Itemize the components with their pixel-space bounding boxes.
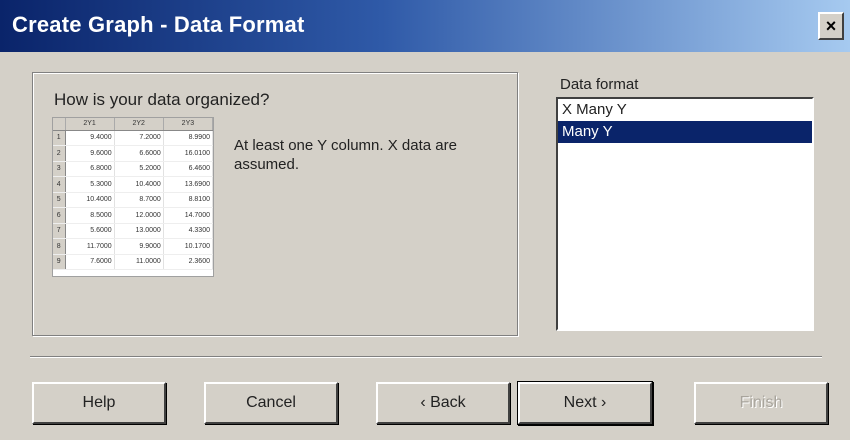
close-button[interactable]: ×	[818, 12, 844, 40]
preview-cell: 14.7000	[163, 207, 213, 224]
preview-row: 8 11.7000 9.9000 10.1700	[53, 238, 213, 255]
preview-cell: 13.0000	[114, 223, 164, 239]
preview-row: 6 8.5000 12.0000 14.7000	[53, 207, 213, 224]
preview-cell: 10.4000	[65, 192, 115, 208]
preview-cell: 2.3600	[163, 254, 213, 270]
preview-cell: 8.5000	[65, 207, 115, 224]
preview-cell: 4.3300	[163, 223, 213, 239]
preview-row: 5 10.4000 8.7000 8.8100	[53, 192, 213, 208]
preview-row: 2 9.6000 6.6000 16.0100	[53, 145, 213, 162]
help-button[interactable]: Help	[32, 382, 166, 424]
preview-row-number: 4	[53, 176, 66, 193]
preview-header-cell	[53, 118, 66, 131]
preview-header-cell: 2Y1	[65, 118, 115, 131]
preview-cell: 9.4000	[65, 130, 115, 146]
close-icon: ×	[825, 16, 837, 36]
preview-cell: 5.3000	[65, 176, 115, 193]
data-format-label: Data format	[560, 76, 639, 93]
preview-row-number: 5	[53, 192, 66, 208]
next-button[interactable]: Next ›	[518, 382, 652, 424]
data-format-listbox[interactable]: X Many Y Many Y	[556, 97, 814, 331]
preview-cell: 11.0000	[114, 254, 164, 270]
preview-row: 4 5.3000 10.4000 13.6900	[53, 176, 213, 193]
back-button[interactable]: ‹ Back	[376, 382, 510, 424]
data-preview-table: 2Y1 2Y2 2Y3 1 9.4000 7.2000 8.9900 2 9.6…	[52, 117, 214, 277]
preview-cell: 12.0000	[114, 207, 164, 224]
format-option-x-many-y[interactable]: X Many Y	[558, 99, 812, 121]
preview-row-number: 6	[53, 207, 66, 224]
preview-row-number: 7	[53, 223, 66, 239]
preview-cell: 8.9900	[163, 130, 213, 146]
title-bar[interactable]: Create Graph - Data Format ×	[0, 0, 850, 52]
preview-cell: 6.8000	[65, 161, 115, 177]
preview-row: 1 9.4000 7.2000 8.9900	[53, 130, 213, 146]
preview-row: 9 7.6000 11.0000 2.3600	[53, 254, 213, 270]
create-graph-dialog: Create Graph - Data Format × How is your…	[0, 0, 850, 440]
preview-cell: 10.1700	[163, 238, 213, 255]
preview-cell: 10.4000	[114, 176, 164, 193]
format-option-many-y[interactable]: Many Y	[558, 121, 812, 143]
cancel-button[interactable]: Cancel	[204, 382, 338, 424]
preview-row: 3 6.8000 5.2000 6.4600	[53, 161, 213, 177]
preview-header-cell: 2Y3	[163, 118, 213, 131]
preview-cell: 7.6000	[65, 254, 115, 270]
dialog-title: Create Graph - Data Format	[12, 12, 305, 37]
preview-row-number: 1	[53, 130, 66, 146]
preview-cell: 11.7000	[65, 238, 115, 255]
preview-cell: 16.0100	[163, 145, 213, 162]
preview-header-cell: 2Y2	[114, 118, 164, 131]
preview-cell: 8.7000	[114, 192, 164, 208]
preview-cell: 6.4600	[163, 161, 213, 177]
preview-row-number: 2	[53, 145, 66, 162]
preview-cell: 9.6000	[65, 145, 115, 162]
preview-cell: 9.9000	[114, 238, 164, 255]
finish-button: Finish	[694, 382, 828, 424]
preview-row: 7 5.6000 13.0000 4.3300	[53, 223, 213, 239]
preview-cell: 5.6000	[65, 223, 115, 239]
preview-row-number: 3	[53, 161, 66, 177]
button-separator	[30, 356, 822, 358]
preview-cell: 8.8100	[163, 192, 213, 208]
preview-cell: 5.2000	[114, 161, 164, 177]
organization-question: How is your data organized?	[54, 90, 270, 109]
preview-cell: 7.2000	[114, 130, 164, 146]
preview-row-number: 8	[53, 238, 66, 255]
format-description: At least one Y column. X data are assume…	[234, 137, 457, 173]
preview-row-number: 9	[53, 254, 66, 270]
preview-cell: 6.6000	[114, 145, 164, 162]
preview-cell: 13.6900	[163, 176, 213, 193]
